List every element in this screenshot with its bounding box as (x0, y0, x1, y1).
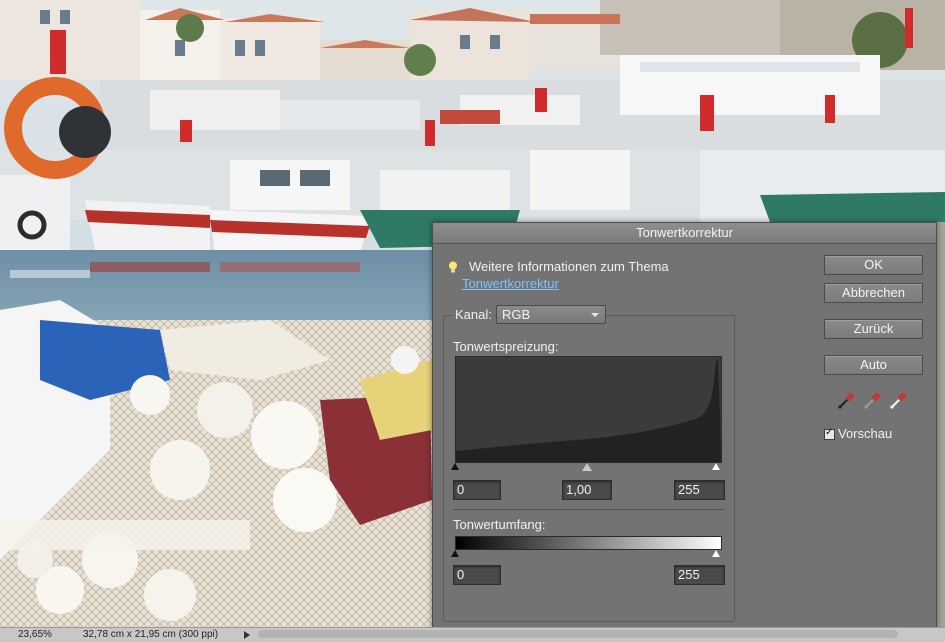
white-eyedropper-icon[interactable] (889, 390, 909, 410)
output-black-field[interactable]: 0 (453, 565, 501, 585)
status-arrow-icon[interactable] (244, 631, 250, 639)
black-point-slider[interactable] (451, 463, 459, 470)
output-levels-label: Tonwertumfang: (453, 517, 546, 532)
auto-button[interactable]: Auto (824, 355, 923, 375)
black-eyedropper-icon[interactable] (837, 390, 857, 410)
input-slider-track[interactable] (451, 463, 720, 473)
input-gamma-field[interactable]: 1,00 (562, 480, 612, 500)
input-white-field[interactable]: 255 (674, 480, 725, 500)
histogram-graph (456, 359, 721, 462)
cancel-button[interactable]: Abbrechen (824, 283, 923, 303)
output-white-field[interactable]: 255 (674, 565, 725, 585)
divider (453, 509, 724, 510)
lightbulb-icon (448, 261, 458, 273)
preview-checkbox[interactable]: ✓ (824, 427, 835, 440)
checkmark-icon: ✓ (825, 427, 834, 438)
status-bar: 23,65% 32,78 cm x 21,95 cm (300 ppi) (0, 627, 945, 642)
output-slider-track[interactable] (451, 550, 720, 558)
input-black-field[interactable]: 0 (453, 480, 501, 500)
info-link[interactable]: Tonwertkorrektur (462, 276, 559, 291)
output-gradient (455, 536, 722, 550)
output-black-slider[interactable] (451, 550, 459, 557)
dialog-title[interactable]: Tonwertkorrektur (433, 223, 936, 244)
channel-value: RGB (502, 307, 531, 322)
ok-button[interactable]: OK (824, 255, 923, 275)
info-text: Weitere Informationen zum Thema (469, 259, 669, 274)
channel-label: Kanal: (453, 307, 494, 322)
reset-button[interactable]: Zurück (824, 319, 923, 339)
horizontal-scrollbar[interactable] (258, 630, 898, 638)
output-white-slider[interactable] (712, 550, 720, 557)
histogram (455, 356, 722, 463)
chevron-down-icon (591, 313, 599, 317)
input-levels-label: Tonwertspreizung: (453, 339, 559, 354)
channel-select[interactable]: RGB (496, 305, 606, 324)
zoom-level[interactable]: 23,65% (18, 629, 52, 640)
document-info: 32,78 cm x 21,95 cm (300 ppi) (83, 629, 219, 640)
levels-dialog: Tonwertkorrektur Weitere Informationen z… (432, 222, 937, 630)
gray-eyedropper-icon[interactable] (863, 390, 883, 410)
gamma-slider[interactable] (582, 463, 592, 471)
white-point-slider[interactable] (712, 463, 720, 470)
preview-label: Vorschau (838, 426, 893, 441)
